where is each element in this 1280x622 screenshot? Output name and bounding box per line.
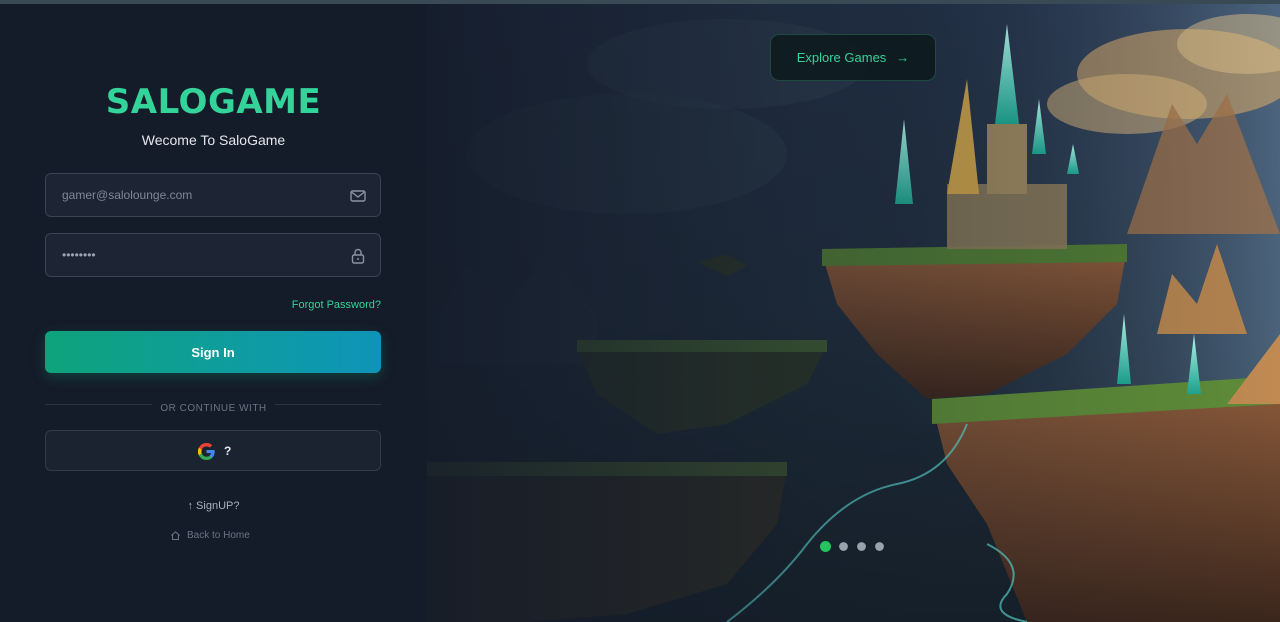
email-field[interactable] [45, 173, 381, 217]
google-button-label: ? [224, 444, 232, 458]
carousel-dot[interactable] [857, 542, 866, 551]
or-continue-label: OR CONTINUE WITH [152, 403, 275, 414]
carousel-dot[interactable] [820, 541, 831, 552]
lock-icon [351, 248, 365, 264]
mail-icon [350, 190, 366, 202]
forgot-password-link[interactable]: Forgot Password? [292, 299, 381, 311]
explore-games-button[interactable]: Explore Games → [770, 34, 936, 81]
home-icon [171, 531, 180, 540]
explore-games-label: Explore Games [796, 50, 887, 65]
brand-logo: SALOGAME [105, 82, 322, 122]
password-input[interactable] [46, 234, 380, 276]
welcome-text: Wecome To SaloGame [141, 132, 286, 148]
carousel-dot[interactable] [839, 542, 848, 551]
signup-wrap: ↑ SignUP? [0, 500, 427, 512]
email-input[interactable] [46, 174, 380, 216]
signup-link[interactable]: ↑ SignUP? [188, 500, 240, 512]
or-continue-label-wrap: OR CONTINUE WITH [0, 398, 427, 416]
hero-fantasy-illustration [427, 4, 1280, 622]
google-icon [197, 442, 215, 461]
carousel-indicators [820, 541, 885, 552]
hero-panel: Explore Games → [427, 4, 1280, 622]
google-signin-button[interactable]: ? [45, 430, 381, 471]
login-panel: SALOGAME Wecome To SaloGame Forgot Passw… [0, 4, 427, 622]
sign-in-button[interactable]: Sign In [45, 331, 381, 373]
password-field[interactable] [45, 233, 381, 277]
arrow-right-icon: → [896, 50, 910, 65]
back-to-home-link[interactable]: Back to Home [170, 530, 250, 541]
back-to-home-label: Back to Home [187, 530, 250, 541]
carousel-dot[interactable] [875, 542, 884, 551]
